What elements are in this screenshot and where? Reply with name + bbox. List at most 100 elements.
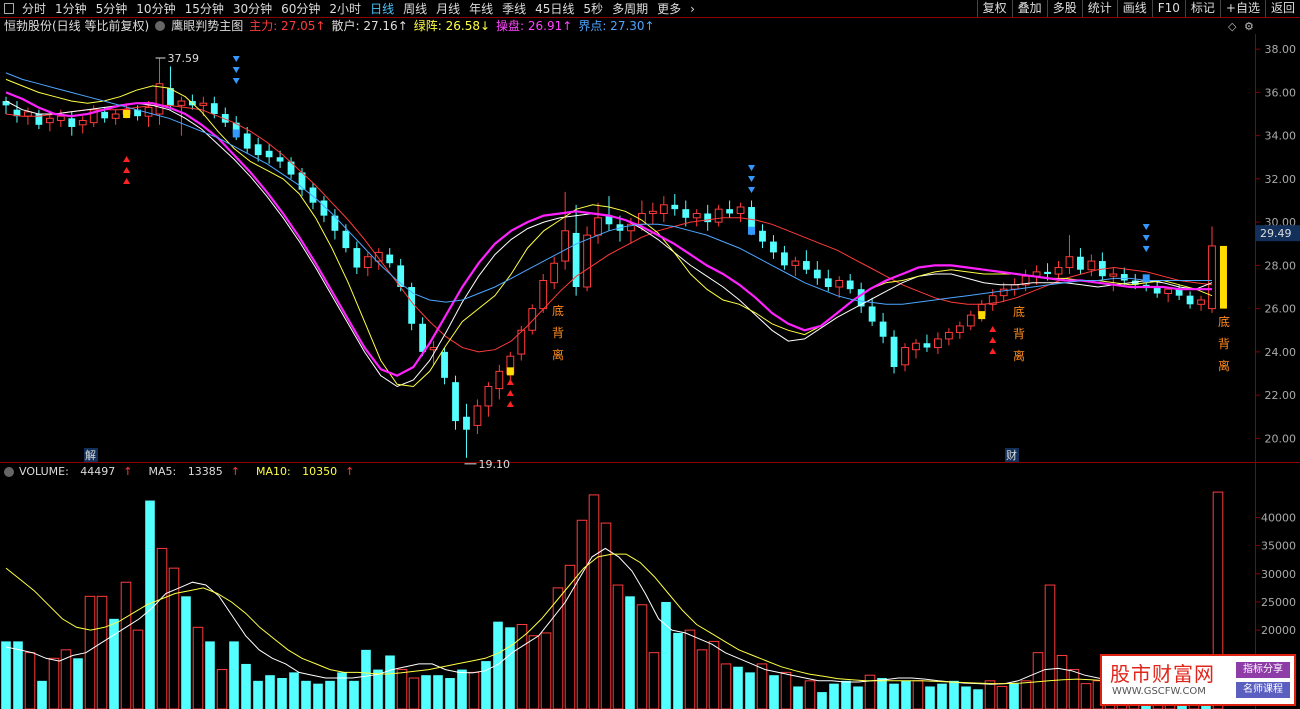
candle-body-72 <box>791 260 800 266</box>
ma10-label: MA10: 10350 ↑ <box>256 465 362 478</box>
ma10-arrow: ↑ <box>345 465 355 478</box>
volume-bar-16 <box>192 626 204 709</box>
volume-bar-83 <box>996 685 1008 709</box>
candle-body-48 <box>528 308 537 331</box>
volume-bar-49 <box>588 494 600 709</box>
candle-body-44 <box>484 385 493 407</box>
ma5-name: MA5: <box>148 465 177 478</box>
volume-bar-13 <box>156 547 168 709</box>
signal-marker-2 <box>978 311 986 320</box>
series-line-1 <box>5 100 1213 388</box>
last-bar-highlight <box>1219 245 1227 309</box>
candle-body-40 <box>441 351 448 378</box>
signal-marker-3 <box>232 129 240 138</box>
candle-body-5 <box>56 115 65 121</box>
candlestick-chart[interactable]: 38.0036.0034.0032.0030.0028.0026.0024.00… <box>0 0 1300 709</box>
volume-bar-42 <box>505 627 515 709</box>
volume-bar-78 <box>937 683 947 709</box>
candle-body-30 <box>331 215 339 231</box>
divergence-2-char-1: 背 <box>1013 327 1025 341</box>
watermark-title: 股市财富网 <box>1110 662 1215 686</box>
sell-2-triangle-2 <box>748 187 756 193</box>
candle-body-23 <box>254 144 262 156</box>
settings-icon[interactable]: ⚙ <box>1244 20 1254 33</box>
sell-2-triangle-1 <box>748 176 756 182</box>
candle-body-82 <box>901 347 909 366</box>
volume-bar-46 <box>552 587 564 709</box>
volume-menu-icon[interactable] <box>4 466 14 477</box>
volume-bar-76 <box>912 680 924 709</box>
volume-bar-52 <box>625 596 635 709</box>
volume-bar-6 <box>73 658 83 709</box>
candle-body-2 <box>24 111 32 117</box>
candle-body-9 <box>101 111 109 119</box>
candle-body-84 <box>923 343 931 348</box>
candle-body-65 <box>714 208 723 223</box>
volume-bar-8 <box>96 595 108 709</box>
buy-1-triangle-2 <box>123 178 131 184</box>
volume-bar-74 <box>889 683 899 709</box>
signal-marker-4 <box>748 226 756 235</box>
ma5-value: 13385 <box>187 465 223 478</box>
candle-body-67 <box>736 206 745 214</box>
volume-label: VOLUME: 44497 ↑ <box>19 465 141 478</box>
volume-bar-79 <box>949 680 959 709</box>
volume-bar-87 <box>1044 584 1056 709</box>
candle-body-4 <box>45 117 54 124</box>
volume-bar-1 <box>13 641 23 709</box>
volume-bar-25 <box>301 680 311 709</box>
volume-bar-2 <box>24 652 36 709</box>
buy-2-triangle-1 <box>506 390 514 396</box>
volume-bar-44 <box>528 635 540 709</box>
vol-tick-label-2: 30000 <box>1261 568 1296 581</box>
volume-bar-23 <box>277 678 287 709</box>
volume-bar-31 <box>373 669 383 709</box>
volume-legend: VOLUME: 44497 ↑ MA5: 13385 ↑ MA10: 10350 ↑ <box>4 464 370 479</box>
volume-bar-21 <box>253 680 263 709</box>
candle-body-87 <box>955 325 964 333</box>
volume-bar-54 <box>648 652 660 709</box>
volume-bar-0 <box>1 641 11 709</box>
divergence-2-char-2: 离 <box>1013 348 1025 363</box>
y-tick-label-0: 38.00 <box>1265 43 1297 56</box>
candle-body-24 <box>265 150 273 158</box>
high-label: 37.59 <box>167 52 199 65</box>
volume-bar-18 <box>216 669 228 709</box>
volume-bar-84 <box>1009 683 1019 709</box>
candle-body-88 <box>966 314 975 327</box>
divergence-1-char-2: 离 <box>552 347 564 362</box>
candle-body-70 <box>770 241 777 253</box>
cai-tag: 财 <box>1006 448 1017 462</box>
watermark-url: WWW.GSCFW.COM <box>1112 686 1206 697</box>
divergence-3-char-2: 离 <box>1218 358 1230 373</box>
buy-1-triangle-1 <box>123 167 131 173</box>
candle-body-22 <box>243 133 251 149</box>
watermark-logo: 股市财富网 WWW.GSCFW.COM 指标分享 名师课程 <box>1100 654 1296 706</box>
candle-body-61 <box>671 204 679 210</box>
candle-body-76 <box>835 280 844 288</box>
candle-body-62 <box>682 209 690 218</box>
candle-body-80 <box>879 321 887 337</box>
volume-bar-19 <box>229 641 239 709</box>
candle-body-43 <box>473 405 482 426</box>
volume-bar-70 <box>841 680 851 709</box>
volume-bar-90 <box>1080 683 1092 709</box>
diamond-icon[interactable]: ◇ <box>1228 20 1236 33</box>
y-tick-label-5: 28.00 <box>1265 259 1297 272</box>
volume-bar-65 <box>780 671 792 709</box>
jie-tag: 解 <box>85 448 96 462</box>
volume-bar-27 <box>325 680 335 709</box>
volume-bar-63 <box>756 663 768 709</box>
sell-1-triangle-2 <box>232 78 240 84</box>
signal-marker-5 <box>1142 274 1150 283</box>
volume-bar-80 <box>961 686 971 709</box>
volume-bar-17 <box>205 641 215 709</box>
volume-bar-69 <box>829 683 839 709</box>
candle-body-66 <box>726 209 733 214</box>
volume-bar-29 <box>349 680 359 709</box>
volume-bar-30 <box>361 649 371 709</box>
candle-body-25 <box>276 157 284 162</box>
candle-body-60 <box>659 204 668 214</box>
volume-bar-75 <box>901 680 911 709</box>
volume-bar-71 <box>853 686 863 709</box>
